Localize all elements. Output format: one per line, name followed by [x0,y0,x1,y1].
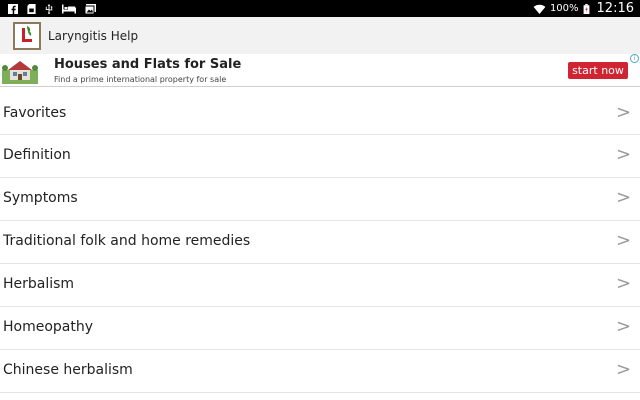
list-item-definition[interactable]: Definition > [0,135,640,178]
status-bar: 100% 12:16 [0,0,640,17]
list-item-label: Homeopathy [3,319,94,335]
battery-percent: 100% [549,3,579,14]
sleep-icon [62,4,76,13]
status-notification-icons [0,0,96,17]
list-item-herbalism[interactable]: Herbalism > [0,264,640,307]
list-item-homeopathy[interactable]: Homeopathy > [0,307,640,350]
ad-info-icon[interactable]: i [630,54,639,63]
chevron-right-icon: > [616,144,632,165]
chevron-right-icon: > [616,102,632,123]
list-item-label: Favorites [3,105,67,121]
ad-start-now-button[interactable]: start now [568,62,628,79]
wifi-icon [533,4,546,14]
photo-icon [85,3,96,14]
chevron-right-icon: > [616,359,632,380]
chevron-right-icon: > [616,316,632,337]
list-item-folk-remedies[interactable]: Traditional folk and home remedies > [0,221,640,264]
battery-icon [583,3,589,14]
facebook-icon [8,3,18,14]
sd-card-icon [27,3,36,14]
list-item-favorites[interactable]: Favorites > [0,93,640,135]
app-bar: Laryngitis Help [0,17,640,54]
list-item-label: Traditional folk and home remedies [3,233,251,249]
topic-list: Favorites > Definition > Symptoms > Trad… [0,93,640,393]
ad-subtitle: Find a prime international property for … [54,75,227,84]
list-item-label: Symptoms [3,190,78,206]
clock: 12:16 [596,1,634,16]
app-logo-icon[interactable] [13,21,41,50]
ad-house-image [2,61,38,84]
app-title: Laryngitis Help [48,28,139,43]
list-item-label: Definition [3,147,71,163]
chevron-right-icon: > [616,273,632,294]
chevron-right-icon: > [616,230,632,251]
list-item-label: Herbalism [3,276,75,292]
ad-headline[interactable]: Houses and Flats for Sale [54,57,241,72]
list-item-chinese-herbalism[interactable]: Chinese herbalism > [0,350,640,393]
usb-icon [45,3,53,14]
list-item-label: Chinese herbalism [3,362,133,378]
ad-banner[interactable]: Houses and Flats for Sale Find a prime i… [0,54,640,87]
chevron-right-icon: > [616,187,632,208]
list-item-symptoms[interactable]: Symptoms > [0,178,640,221]
status-system-icons: 100% 12:16 [533,0,640,17]
